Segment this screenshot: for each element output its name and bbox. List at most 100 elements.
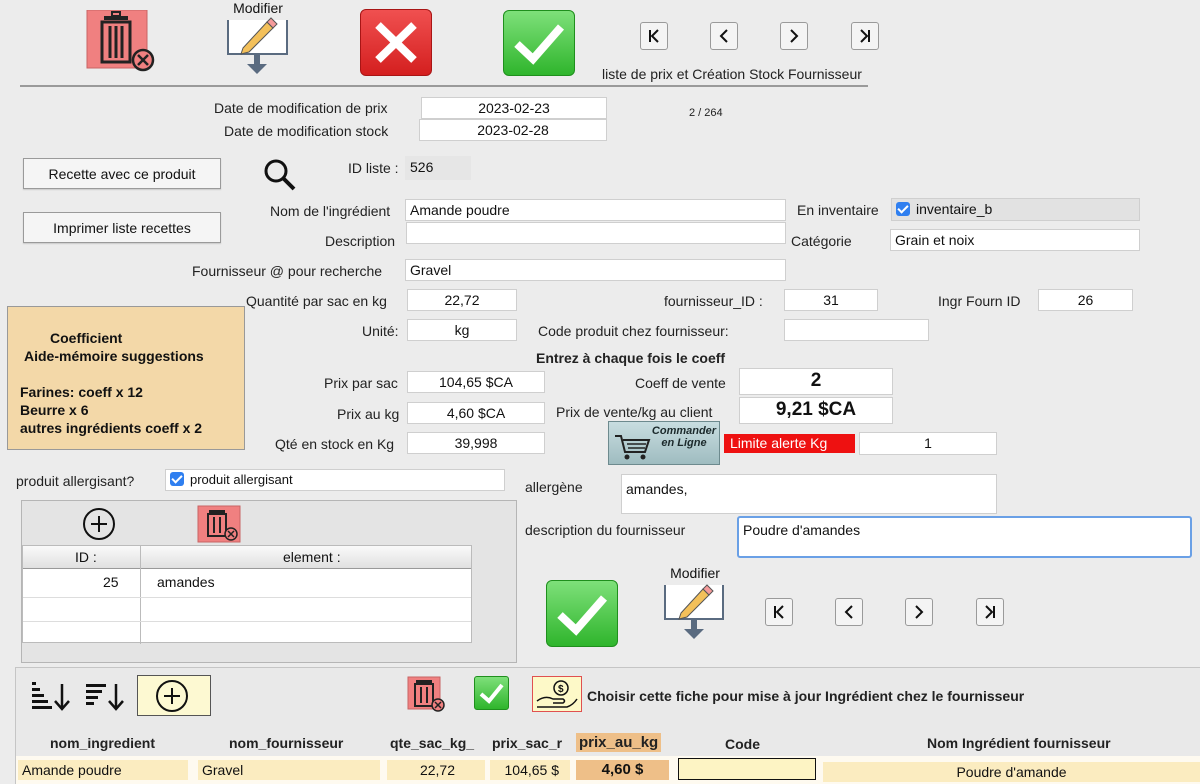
last-record-button-secondary[interactable] xyxy=(976,598,1004,626)
chevron-right-icon xyxy=(790,29,799,43)
unit-field[interactable]: kg xyxy=(407,319,517,341)
memo-line: Farines: coeff x 12 xyxy=(20,384,143,400)
first-icon xyxy=(774,605,784,619)
record-counter: 2 / 264 xyxy=(689,107,723,119)
cell-supplier-name: Gravel xyxy=(198,760,380,780)
memo-line: Beurre x 6 xyxy=(20,402,89,418)
row-divider xyxy=(23,621,471,622)
product-code-label: Code produit chez fournisseur: xyxy=(538,323,729,339)
trash-delete-icon xyxy=(407,676,445,712)
validate-row-button[interactable] xyxy=(474,676,509,710)
row-id: 25 xyxy=(103,574,119,590)
previous-record-button-secondary[interactable] xyxy=(835,598,863,626)
unit-label: Unité: xyxy=(362,323,399,339)
category-field[interactable]: Grain et noix xyxy=(890,229,1140,251)
column-divider xyxy=(140,546,141,644)
ingr-fourn-id-field[interactable]: 26 xyxy=(1038,289,1133,311)
last-icon xyxy=(860,29,870,43)
plus-circle-icon xyxy=(156,680,188,712)
bag-quantity-label: Quantité par sac en kg xyxy=(246,293,387,309)
memo-title: Coefficient xyxy=(50,330,123,346)
column-header: prix_au_kg xyxy=(576,733,662,752)
allergen-checkbox[interactable]: produit allergisant xyxy=(165,469,505,491)
modify-label: Modifier xyxy=(233,0,283,16)
add-record-button[interactable] xyxy=(137,675,211,716)
description-field[interactable] xyxy=(406,222,786,244)
ingredient-name-field[interactable]: Amande poudre xyxy=(405,199,786,221)
product-code-field[interactable] xyxy=(784,319,929,341)
stock-date-field[interactable]: 2023-02-28 xyxy=(419,119,607,141)
print-recipes-button[interactable]: Imprimer liste recettes xyxy=(23,212,221,243)
sort-ascending-button[interactable] xyxy=(30,678,72,712)
chevron-right-icon xyxy=(915,605,924,619)
modify-button[interactable]: Modifier xyxy=(225,0,291,80)
add-allergen-button[interactable] xyxy=(82,507,116,541)
allergen-label: allergène xyxy=(525,479,583,495)
checkmark-icon xyxy=(479,683,504,704)
allergen-field[interactable]: amandes, xyxy=(621,474,997,514)
inventory-checkbox-label: inventaire_b xyxy=(916,201,993,217)
allergen-panel: ID : element : 25 amandes xyxy=(21,500,517,663)
first-record-button[interactable] xyxy=(640,22,668,50)
money-hand-icon: $ xyxy=(536,680,578,708)
next-record-button-secondary[interactable] xyxy=(905,598,933,626)
inventory-checkbox[interactable]: inventaire_b xyxy=(891,198,1140,221)
cancel-button[interactable] xyxy=(360,9,432,76)
pencil-edit-icon xyxy=(227,17,288,74)
checkmark-icon xyxy=(557,595,608,636)
cell-code[interactable] xyxy=(678,758,816,780)
bag-price-field[interactable]: 104,65 $CA xyxy=(407,371,545,393)
last-record-button[interactable] xyxy=(851,22,879,50)
first-record-button-secondary[interactable] xyxy=(765,598,793,626)
id-liste-label: ID liste : xyxy=(348,160,399,176)
table-row[interactable]: 25 amandes xyxy=(23,570,471,594)
search-icon[interactable] xyxy=(262,157,298,193)
sort-descending-icon xyxy=(86,684,124,711)
choose-record-button[interactable]: $ xyxy=(532,676,582,712)
supplier-description-field[interactable]: Poudre d'amandes xyxy=(737,516,1192,558)
chevron-left-icon xyxy=(844,605,853,619)
sort-descending-button[interactable] xyxy=(84,678,126,712)
sort-ascending-icon xyxy=(32,682,70,711)
memo-subtitle: Aide-mémoire suggestions xyxy=(24,348,204,364)
id-liste-field: 526 xyxy=(405,156,471,180)
price-date-field[interactable]: 2023-02-23 xyxy=(421,97,607,119)
nav-title: liste de prix et Création Stock Fourniss… xyxy=(602,66,862,82)
cell-bag-quantity: 22,72 xyxy=(387,760,485,780)
ingredient-name-label: Nom de l'ingrédient xyxy=(270,203,391,219)
allergen-checkbox-label: produit allergisant xyxy=(190,472,293,487)
delete-record-button[interactable] xyxy=(86,9,156,72)
alert-limit-label: Limite alerte Kg xyxy=(724,434,855,453)
modify-button-secondary[interactable]: Modifier xyxy=(663,565,727,649)
bag-price-label: Prix par sac xyxy=(324,375,398,391)
pencil-edit-icon xyxy=(664,584,724,639)
supplier-id-field[interactable]: 31 xyxy=(784,289,878,311)
alert-limit-field[interactable]: 1 xyxy=(859,432,997,455)
price-date-label: Date de modification de prix xyxy=(214,100,388,116)
trash-delete-icon xyxy=(86,9,155,72)
delete-allergen-button[interactable] xyxy=(197,505,241,543)
delete-row-button[interactable] xyxy=(407,676,445,712)
price-per-kg-label: Prix au kg xyxy=(337,406,400,422)
confirm-button-secondary[interactable] xyxy=(546,580,618,647)
modify-label: Modifier xyxy=(670,565,720,581)
bag-quantity-field[interactable]: 22,72 xyxy=(407,289,517,311)
next-record-button[interactable] xyxy=(780,22,808,50)
supplier-search-field[interactable]: Gravel xyxy=(405,259,786,281)
column-header: nom_fournisseur xyxy=(229,735,344,751)
order-online-button[interactable]: Commander en Ligne xyxy=(608,421,720,465)
price-per-kg-field[interactable]: 4,60 $CA xyxy=(407,402,545,424)
confirm-button[interactable] xyxy=(503,10,575,76)
top-divider xyxy=(20,85,868,87)
supplier-search-label: Fournisseur @ pour recherche xyxy=(192,263,383,279)
previous-record-button[interactable] xyxy=(710,22,738,50)
sale-coeff-field[interactable]: 2 xyxy=(739,368,893,395)
column-header: Code xyxy=(725,736,760,752)
allergen-table: ID : element : 25 amandes xyxy=(22,545,472,644)
cell-bag-price: 104,65 $ xyxy=(490,760,570,780)
svg-text:$: $ xyxy=(558,684,564,695)
column-header: Nom Ingrédient fournisseur xyxy=(927,735,1111,751)
stock-qty-field[interactable]: 39,998 xyxy=(407,432,545,454)
allergen-check-icon xyxy=(170,472,184,486)
recipe-with-product-button[interactable]: Recette avec ce produit xyxy=(23,158,221,189)
